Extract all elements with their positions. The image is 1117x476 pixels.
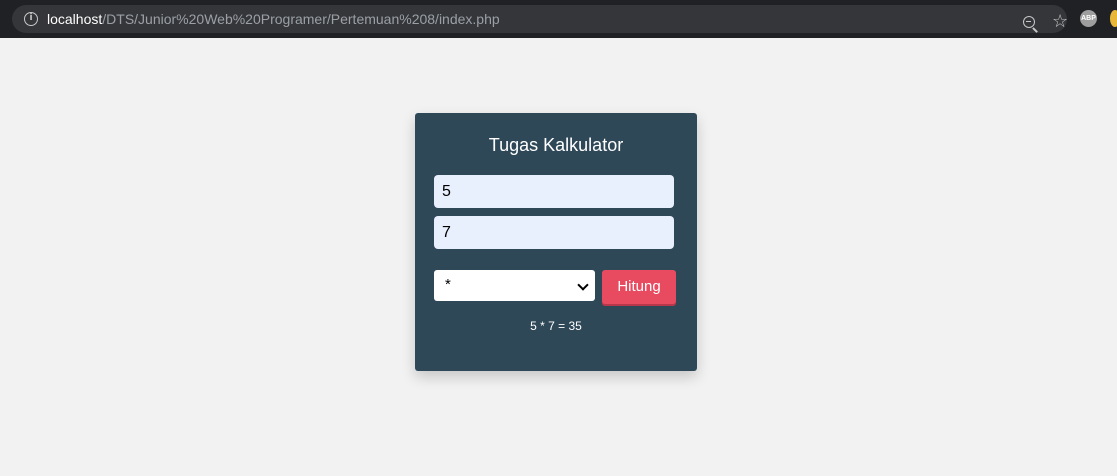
bookmark-star-icon[interactable]: ☆ <box>1052 13 1068 31</box>
second-number-input[interactable] <box>434 216 674 249</box>
calculator-title: Tugas Kalkulator <box>488 135 624 155</box>
calculation-result: 5 * 7 = 35 <box>530 319 582 333</box>
browser-toolbar: i localhost/DTS/Junior%20Web%20Programer… <box>0 0 1117 38</box>
zoom-out-icon[interactable] <box>1023 16 1035 28</box>
first-number-input[interactable] <box>434 175 674 208</box>
hitung-button[interactable]: Hitung <box>602 270 676 304</box>
info-icon[interactable]: i <box>24 12 38 26</box>
operator-select[interactable]: * <box>434 270 595 301</box>
address-bar[interactable]: i localhost/DTS/Junior%20Web%20Programer… <box>12 5 1068 33</box>
chevron-down-icon <box>577 279 589 291</box>
extension-icon[interactable] <box>1110 10 1117 27</box>
operator-selected-value: * <box>445 276 451 293</box>
url-path: /DTS/Junior%20Web%20Programer/Pertemuan%… <box>102 11 500 27</box>
adblock-extension-icon[interactable]: ABP <box>1080 10 1097 27</box>
url-host: localhost <box>47 11 103 27</box>
calculator-card: Tugas Kalkulator * Hitung 5 * 7 = 35 <box>415 113 697 371</box>
url-text[interactable]: localhost/DTS/Junior%20Web%20Programer/P… <box>47 11 500 27</box>
